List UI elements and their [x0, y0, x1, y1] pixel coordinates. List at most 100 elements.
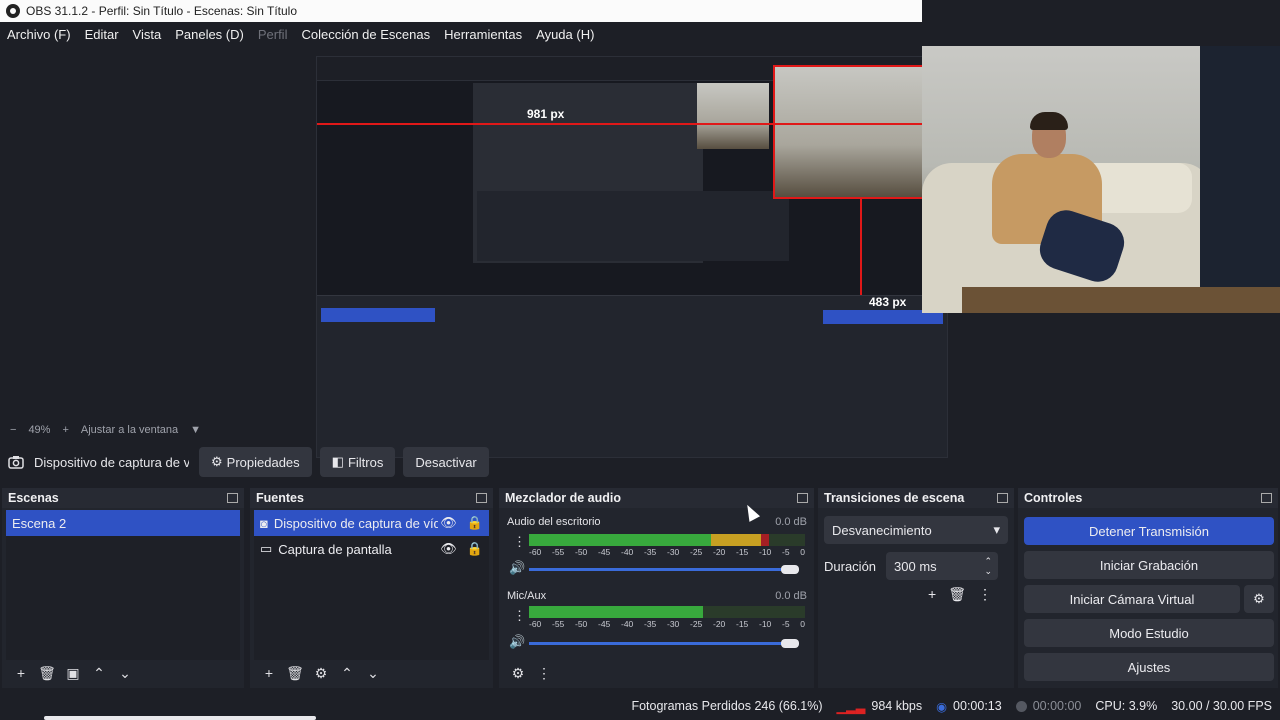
stream-time-wrap: ◉ 00:00:13 [936, 699, 1002, 714]
source-item-label: Captura de pantalla [278, 541, 392, 557]
stream-time: 00:00:13 [953, 699, 1002, 713]
settings-button[interactable]: Ajustes [1024, 653, 1274, 681]
zoom-in-icon[interactable]: + [62, 424, 68, 436]
kebab-menu-icon[interactable]: ⋮ [531, 665, 557, 682]
duration-spinbox[interactable]: 300 ms ⌃ ⌄ [886, 552, 999, 580]
volume-slider-desktop[interactable] [529, 565, 799, 574]
lock-icon[interactable]: 🔒 [467, 541, 483, 557]
scene-item-label: Escena 2 [12, 515, 67, 531]
undock-icon[interactable] [797, 493, 808, 503]
selected-source-name: Dispositivo de captura de v [34, 454, 189, 470]
studio-mode-label: Modo Estudio [1109, 625, 1189, 641]
transition-actions: + 🗑 ⋮ [928, 586, 992, 603]
scale-tick: -5 [782, 547, 790, 557]
zoom-level: 49% [28, 424, 51, 436]
zoom-out-icon[interactable]: − [10, 424, 16, 436]
scale-tick: -45 [598, 547, 611, 557]
undock-icon[interactable] [476, 493, 487, 503]
start-virtual-camera-button[interactable]: Iniciar Cámara Virtual [1024, 585, 1240, 613]
audio-mixer-dock: Mezclador de audio Audio del escritorio … [499, 488, 814, 688]
horizontal-scrollbar[interactable] [44, 716, 316, 720]
move-down-icon[interactable]: ⌄ [112, 665, 138, 682]
undock-icon[interactable] [997, 493, 1008, 503]
spin-arrows-icon[interactable]: ⌃ ⌄ [984, 556, 992, 576]
lock-icon[interactable]: 🔒 [467, 515, 483, 531]
mixer-title: Mezclador de audio [505, 491, 621, 505]
meter-segment [711, 534, 761, 546]
menu-paneles[interactable]: Paneles (D) [168, 27, 251, 42]
webcam-preview[interactable] [922, 46, 1280, 313]
move-up-icon[interactable]: ⌃ [86, 665, 112, 682]
move-up-icon[interactable]: ⌃ [334, 665, 360, 682]
source-item[interactable]: ▭ Captura de pantalla 👁 🔒 [254, 536, 489, 562]
meter-scale: -60 -55 -50 -45 -40 -35 -30 -25 -20 -15 -10 -5 0 [529, 619, 805, 629]
meter-segment [529, 606, 703, 618]
add-icon[interactable]: + [928, 586, 936, 603]
duration-label: Duración [824, 558, 877, 574]
undock-icon[interactable] [1261, 493, 1272, 503]
kebab-menu-icon[interactable]: ⋮ [978, 586, 992, 603]
fit-window-label[interactable]: Ajustar a la ventana [81, 424, 178, 436]
visibility-eye-icon[interactable]: 👁 [440, 515, 457, 531]
start-recording-button[interactable]: Iniciar Grabación [1024, 551, 1274, 579]
slider-knob[interactable] [781, 639, 799, 648]
source-item-wrap: ◙ Dispositivo de captura de vídeo [260, 516, 438, 531]
level-meter-desktop [529, 534, 805, 546]
kebab-menu-icon[interactable]: ⋮ [513, 608, 526, 624]
menu-ayuda[interactable]: Ayuda (H) [529, 27, 601, 42]
stop-streaming-button[interactable]: Detener Transmisión [1024, 517, 1274, 545]
nested-webcam-small [697, 83, 769, 149]
camera-icon: ◙ [260, 515, 268, 531]
scene-filters-icon[interactable]: ▣ [60, 665, 86, 682]
scenes-toolbar: + 🗑 ▣ ⌃ ⌄ [2, 658, 244, 688]
speaker-icon[interactable]: 🔊 [509, 560, 525, 576]
virtual-camera-settings-button[interactable]: ⚙ [1244, 585, 1274, 613]
menu-perfil[interactable]: Perfil [251, 27, 295, 42]
speaker-icon[interactable]: 🔊 [509, 634, 525, 650]
add-icon[interactable]: + [8, 665, 34, 681]
add-icon[interactable]: + [256, 665, 282, 681]
trash-icon[interactable]: 🗑 [34, 665, 60, 682]
trash-icon[interactable]: 🗑 [282, 665, 308, 682]
menu-editar[interactable]: Editar [78, 27, 126, 42]
bitrate-wrap: ▁▂▃ 984 kbps [837, 699, 923, 714]
gear-icon[interactable]: ⚙ [308, 665, 334, 682]
controls-dock: Controles Detener Transmisión Iniciar Gr… [1018, 488, 1278, 688]
properties-button[interactable]: ⚙ Propiedades [199, 447, 312, 477]
transition-value: Desvanecimiento [832, 522, 932, 538]
screen-capture-preview[interactable]: 981 px 483 px [316, 56, 948, 458]
volume-slider-mic[interactable] [529, 639, 799, 648]
trash-icon[interactable]: 🗑 [948, 586, 966, 603]
slider-fill [529, 568, 790, 571]
undock-icon[interactable] [227, 493, 238, 503]
filters-button[interactable]: ◧ Filtros [319, 447, 396, 477]
menu-vista[interactable]: Vista [126, 27, 169, 42]
transition-select[interactable]: Desvanecimiento ▾ [824, 516, 1008, 544]
menu-archivo[interactable]: Archivo (F) [0, 27, 78, 42]
source-item-label: Dispositivo de captura de vídeo [273, 515, 438, 531]
scale-tick: -10 [759, 547, 772, 557]
advanced-audio-icon[interactable]: ⚙ [505, 665, 531, 682]
fit-dropdown-icon[interactable]: ▼ [190, 424, 201, 436]
slider-fill [529, 642, 790, 645]
scene-item[interactable]: Escena 2 [6, 510, 240, 536]
source-item[interactable]: ◙ Dispositivo de captura de vídeo 👁 🔒 [254, 510, 489, 536]
scale-tick: -60 [529, 619, 542, 629]
kebab-menu-icon[interactable]: ⋮ [513, 534, 526, 550]
deactivate-button[interactable]: Desactivar [403, 447, 489, 477]
move-down-icon[interactable]: ⌄ [360, 665, 386, 682]
bitrate: 984 kbps [871, 699, 923, 713]
scale-tick: -35 [644, 619, 657, 629]
menu-coleccion-escenas[interactable]: Colección de Escenas [294, 27, 437, 42]
streaming-icon: ◉ [936, 699, 948, 714]
menu-bar: Archivo (F) Editar Vista Paneles (D) Per… [0, 22, 922, 46]
preview-area[interactable]: 981 px 483 px [0, 46, 1280, 458]
transitions-title: Transiciones de escena [824, 491, 965, 505]
visibility-eye-icon[interactable]: 👁 [440, 541, 457, 557]
menu-herramientas[interactable]: Herramientas [437, 27, 529, 42]
scale-tick: -5 [782, 619, 790, 629]
settings-label: Ajustes [1127, 659, 1171, 675]
meter-empty [769, 534, 805, 546]
slider-knob[interactable] [781, 565, 799, 574]
studio-mode-button[interactable]: Modo Estudio [1024, 619, 1274, 647]
